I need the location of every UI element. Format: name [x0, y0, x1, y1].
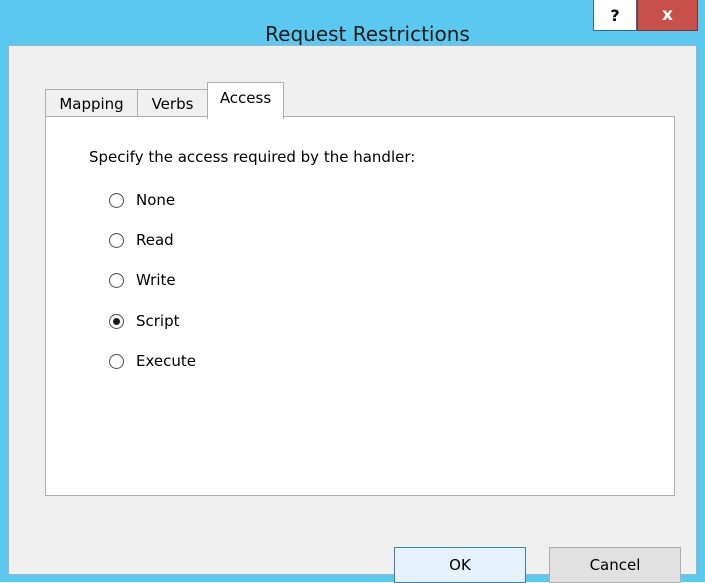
tab-verbs[interactable]: Verbs — [137, 89, 208, 117]
tab-mapping[interactable]: Mapping — [45, 89, 138, 117]
cancel-button[interactable]: Cancel — [549, 547, 681, 583]
tab-label: Mapping — [59, 94, 124, 113]
close-icon: x — [662, 5, 673, 25]
radio-label: None — [136, 191, 176, 209]
radio-option-write[interactable]: Write — [109, 269, 176, 291]
radio-button-selected[interactable] — [109, 313, 124, 329]
radio-option-read[interactable]: Read — [109, 229, 174, 251]
dialog-client-area: Mapping Verbs Access Specify the access … — [8, 45, 697, 583]
radio-label: Read — [136, 231, 174, 249]
radio-label: Write — [136, 271, 176, 289]
radio-option-none[interactable]: None — [109, 189, 175, 211]
help-button[interactable]: ? — [593, 0, 637, 31]
radio-button[interactable] — [109, 232, 124, 248]
close-button[interactable]: x — [637, 0, 698, 31]
radio-label: Script — [136, 312, 180, 330]
radio-button[interactable] — [109, 272, 124, 288]
radio-label: Execute — [136, 352, 196, 370]
dialog-window: Request Restrictions ? x Mapping Verbs A… — [0, 0, 705, 583]
help-icon: ? — [610, 5, 620, 25]
access-tab-panel — [45, 116, 675, 496]
radio-button[interactable] — [109, 192, 124, 208]
access-instruction: Specify the access required by the handl… — [89, 148, 416, 166]
radio-button[interactable] — [109, 353, 124, 369]
radio-option-script[interactable]: Script — [109, 310, 180, 332]
ok-button[interactable]: OK — [394, 547, 526, 583]
tab-label: Access — [219, 89, 272, 107]
radio-option-execute[interactable]: Execute — [109, 350, 196, 372]
tab-label: Verbs — [151, 94, 194, 113]
tab-access[interactable]: Access — [207, 82, 284, 119]
